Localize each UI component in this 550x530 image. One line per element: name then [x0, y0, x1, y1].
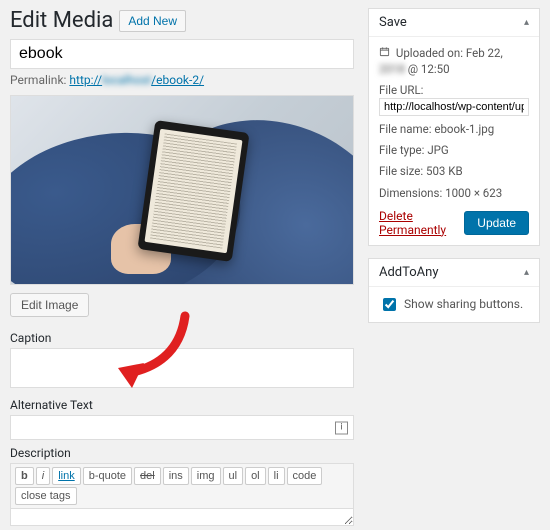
qt-b-button[interactable]: b — [15, 467, 34, 485]
qt-close-tags-button[interactable]: close tags — [15, 487, 77, 505]
media-preview — [10, 95, 354, 285]
update-button[interactable]: Update — [464, 211, 529, 235]
alt-text-input[interactable] — [10, 415, 354, 440]
description-label: Description — [10, 446, 354, 460]
qt-ol-button[interactable]: ol — [245, 467, 266, 485]
delete-permanently-link[interactable]: Delete Permanently — [379, 209, 464, 237]
edit-image-button[interactable]: Edit Image — [10, 293, 89, 317]
filename-row: File name: ebook-1.jpg — [379, 121, 529, 137]
show-sharing-label: Show sharing buttons. — [404, 297, 523, 311]
addtoany-postbox: AddToAny ▴ Show sharing buttons. — [368, 258, 540, 323]
qt-ul-button[interactable]: ul — [223, 467, 244, 485]
permalink-link[interactable]: http://localhost/ebook-2/ — [69, 73, 204, 87]
save-postbox-title: Save — [379, 15, 407, 30]
add-new-button[interactable]: Add New — [119, 10, 186, 32]
qt-b-quote-button[interactable]: b-quote — [83, 467, 132, 485]
qt-img-button[interactable]: img — [191, 467, 221, 485]
file-url-input[interactable] — [379, 98, 529, 116]
addtoany-toggle-icon[interactable]: ▴ — [524, 267, 529, 278]
caption-textarea[interactable] — [10, 348, 354, 388]
alt-text-label: Alternative Text — [10, 398, 354, 412]
show-sharing-checkbox[interactable] — [383, 298, 396, 311]
save-toggle-icon[interactable]: ▴ — [524, 17, 529, 28]
uploaded-on-row: Uploaded on: Feb 22, 2018 @ 12:50 — [379, 45, 529, 77]
qt-i-button[interactable]: i — [36, 467, 50, 485]
qt-li-button[interactable]: li — [268, 467, 285, 485]
media-title-input[interactable] — [10, 39, 354, 69]
filesize-row: File size: 503 KB — [379, 163, 529, 179]
qt-del-button[interactable]: del — [134, 467, 161, 485]
file-url-label: File URL: — [379, 83, 423, 97]
page-title: Edit Media Add New — [10, 8, 354, 33]
qt-link-button[interactable]: link — [52, 467, 81, 485]
calendar-icon — [379, 46, 393, 60]
description-textarea[interactable] — [10, 508, 354, 526]
show-sharing-row[interactable]: Show sharing buttons. — [379, 295, 529, 314]
permalink-row: Permalink: http://localhost/ebook-2/ — [10, 73, 354, 87]
permalink-label: Permalink: — [10, 73, 66, 87]
save-postbox: Save ▴ Uploaded on: Feb 22, 2018 @ 12:50… — [368, 8, 540, 246]
info-icon: i — [335, 421, 348, 434]
page-title-text: Edit Media — [10, 8, 113, 33]
qt-code-button[interactable]: code — [287, 467, 323, 485]
filetype-row: File type: JPG — [379, 142, 529, 158]
addtoany-title: AddToAny — [379, 265, 439, 280]
qt-ins-button[interactable]: ins — [163, 467, 189, 485]
dimensions-row: Dimensions: 1000 × 623 — [379, 185, 529, 201]
quicktags-toolbar: bilinkb-quotedelinsimgulollicode close ta… — [10, 463, 354, 508]
caption-label: Caption — [10, 331, 354, 345]
